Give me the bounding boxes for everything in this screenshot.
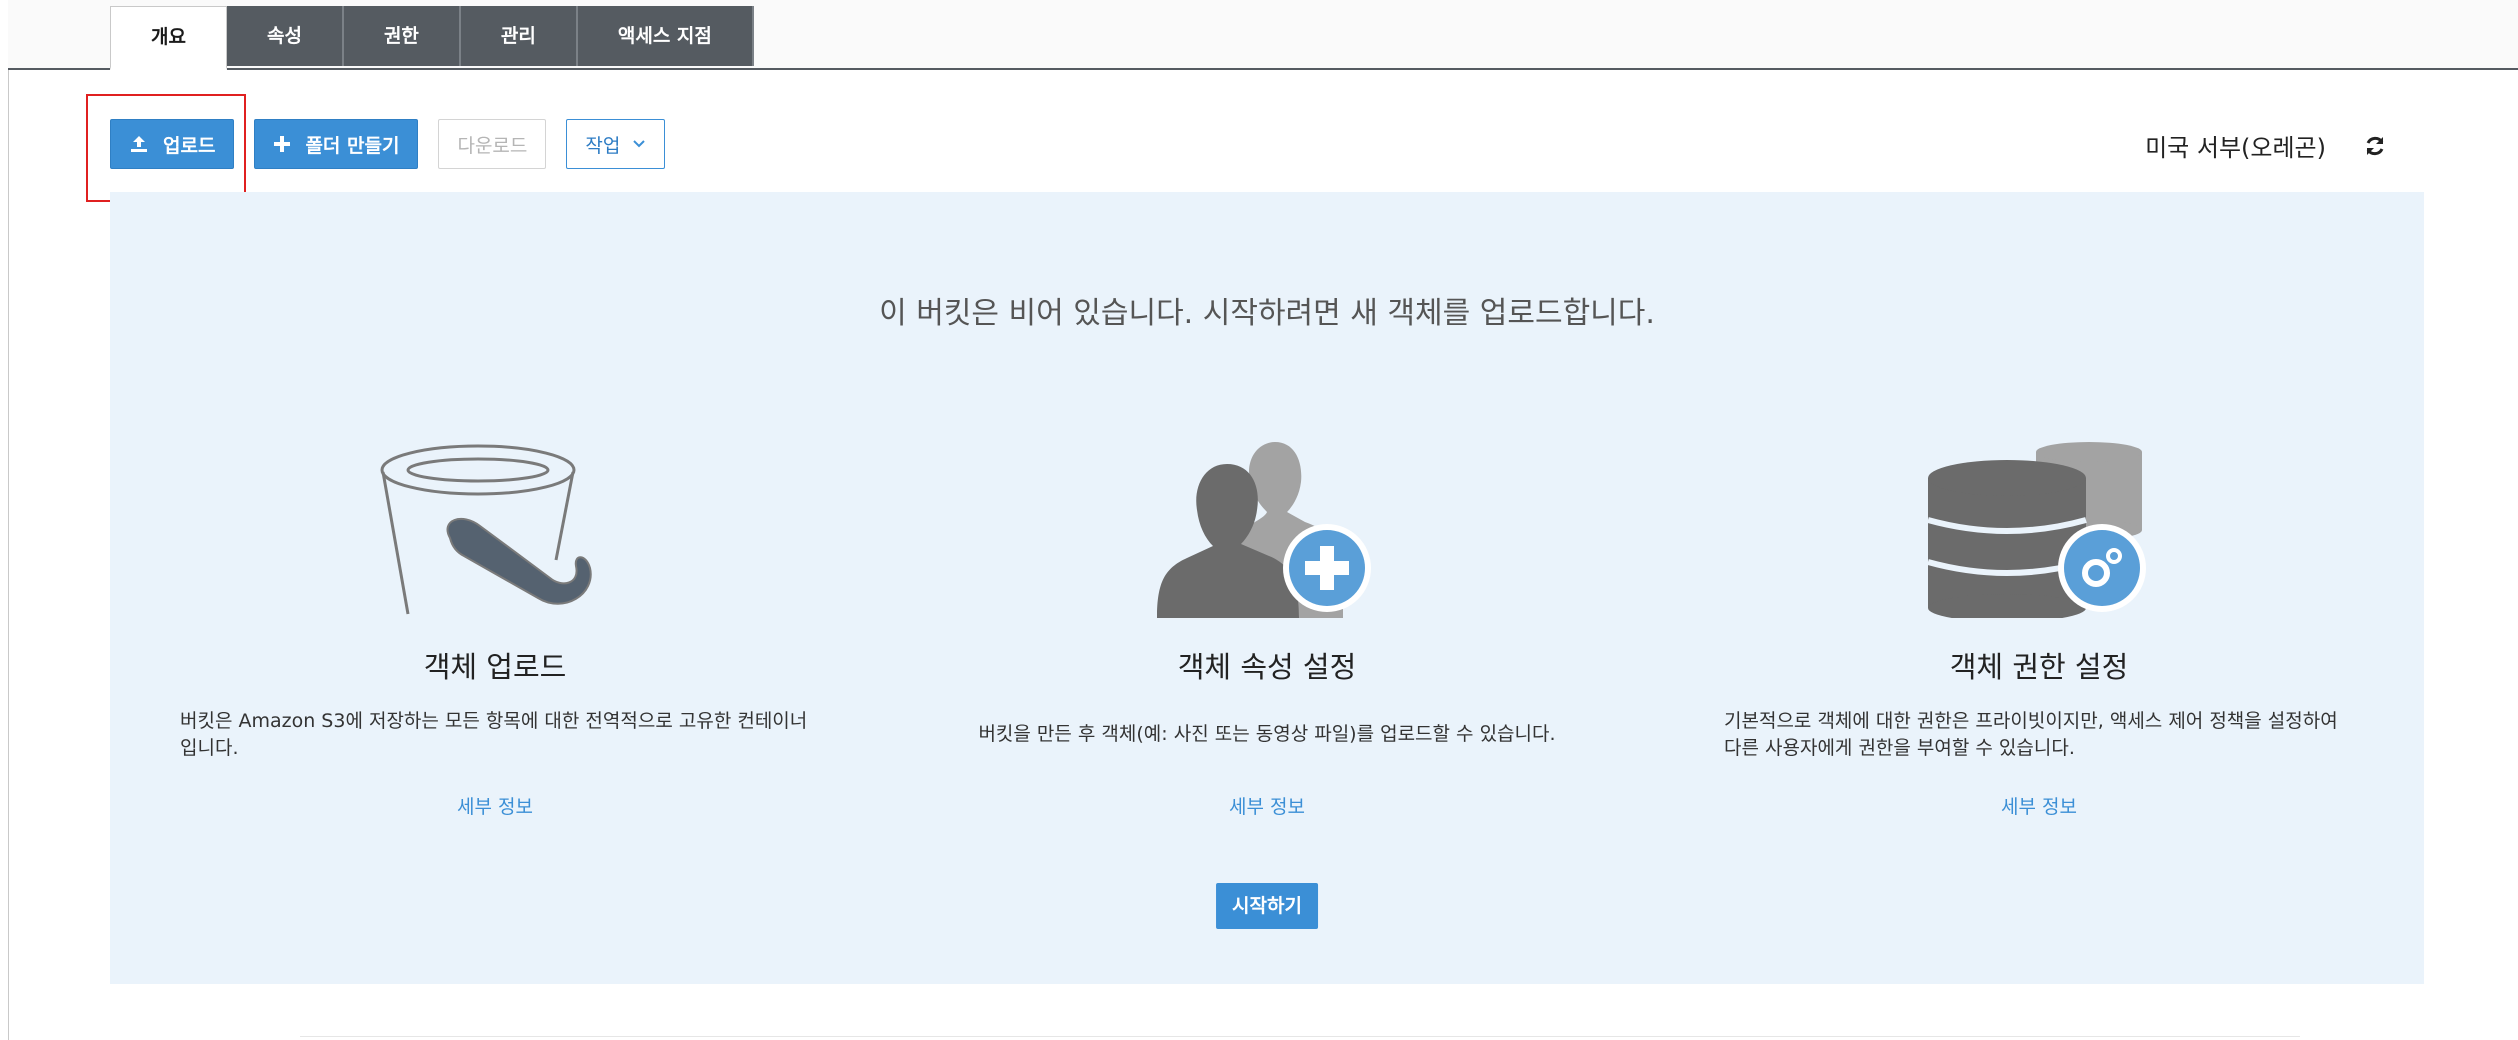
get-started-button[interactable]: 시작하기 <box>1216 883 1318 929</box>
create-folder-button-label: 폴더 만들기 <box>305 134 400 157</box>
refresh-icon[interactable] <box>2362 133 2388 159</box>
actions-dropdown[interactable]: 작업 <box>566 119 666 169</box>
actions-dropdown-label: 작업 <box>585 134 621 157</box>
object-permissions-more-link[interactable]: 세부 정보 <box>2001 792 2077 819</box>
upload-objects-description: 버킷은 Amazon S3에 저장하는 모든 항목에 대한 전역적으로 고유한 … <box>180 710 808 759</box>
bottom-divider <box>300 1036 2300 1037</box>
chevron-down-icon <box>632 139 646 149</box>
tab-permissions[interactable]: 권한 <box>343 6 461 66</box>
object-properties-more-link[interactable]: 세부 정보 <box>1229 792 1305 819</box>
region-indicator: 미국 서부(오레곤) <box>2145 128 2388 163</box>
upload-highlight-box <box>86 94 246 202</box>
empty-bucket-panel: 이 버킷은 비어 있습니다. 시작하려면 새 객체를 업로드합니다. 객체 업로… <box>110 192 2424 984</box>
users-add-icon <box>947 442 1587 618</box>
object-properties-title: 객체 속성 설정 <box>1177 650 1357 684</box>
tab-list: 개요 속성 권한 관리 액세스 지점 <box>110 6 754 70</box>
tab-properties[interactable]: 속성 <box>226 6 344 66</box>
bucket-icon <box>175 442 815 618</box>
object-properties-description: 버킷을 만든 후 객체(예: 사진 또는 동영상 파일)를 업로드할 수 있습니… <box>978 723 1556 745</box>
create-folder-button[interactable]: 폴더 만들기 <box>254 119 419 169</box>
tab-overview[interactable]: 개요 <box>110 6 227 70</box>
upload-objects-title: 객체 업로드 <box>423 650 567 684</box>
tab-management[interactable]: 관리 <box>460 6 578 66</box>
tab-bar: 개요 속성 권한 관리 액세스 지점 <box>8 0 2518 70</box>
region-label: 미국 서부(오레곤) <box>2145 134 2326 162</box>
download-button[interactable]: 다운로드 <box>438 119 547 169</box>
database-settings-icon <box>1719 442 2359 618</box>
object-permissions-card: 객체 권한 설정 기본적으로 객체에 대한 권한은 프라이빗이지만, 액세스 제… <box>1719 442 2359 819</box>
empty-bucket-message: 이 버킷은 비어 있습니다. 시작하려면 새 객체를 업로드합니다. <box>879 296 1655 331</box>
tab-access-points[interactable]: 액세스 지점 <box>577 6 754 66</box>
object-permissions-title: 객체 권한 설정 <box>1949 650 2129 684</box>
plus-icon <box>273 135 291 153</box>
upload-objects-more-link[interactable]: 세부 정보 <box>457 792 533 819</box>
download-button-label: 다운로드 <box>457 134 528 157</box>
upload-objects-card: 객체 업로드 버킷은 Amazon S3에 저장하는 모든 항목에 대한 전역적… <box>175 442 815 819</box>
object-permissions-description: 기본적으로 객체에 대한 권한은 프라이빗이지만, 액세스 제어 정책을 설정하… <box>1724 710 2338 759</box>
object-properties-card: 객체 속성 설정 버킷을 만든 후 객체(예: 사진 또는 동영상 파일)를 업… <box>947 442 1587 819</box>
